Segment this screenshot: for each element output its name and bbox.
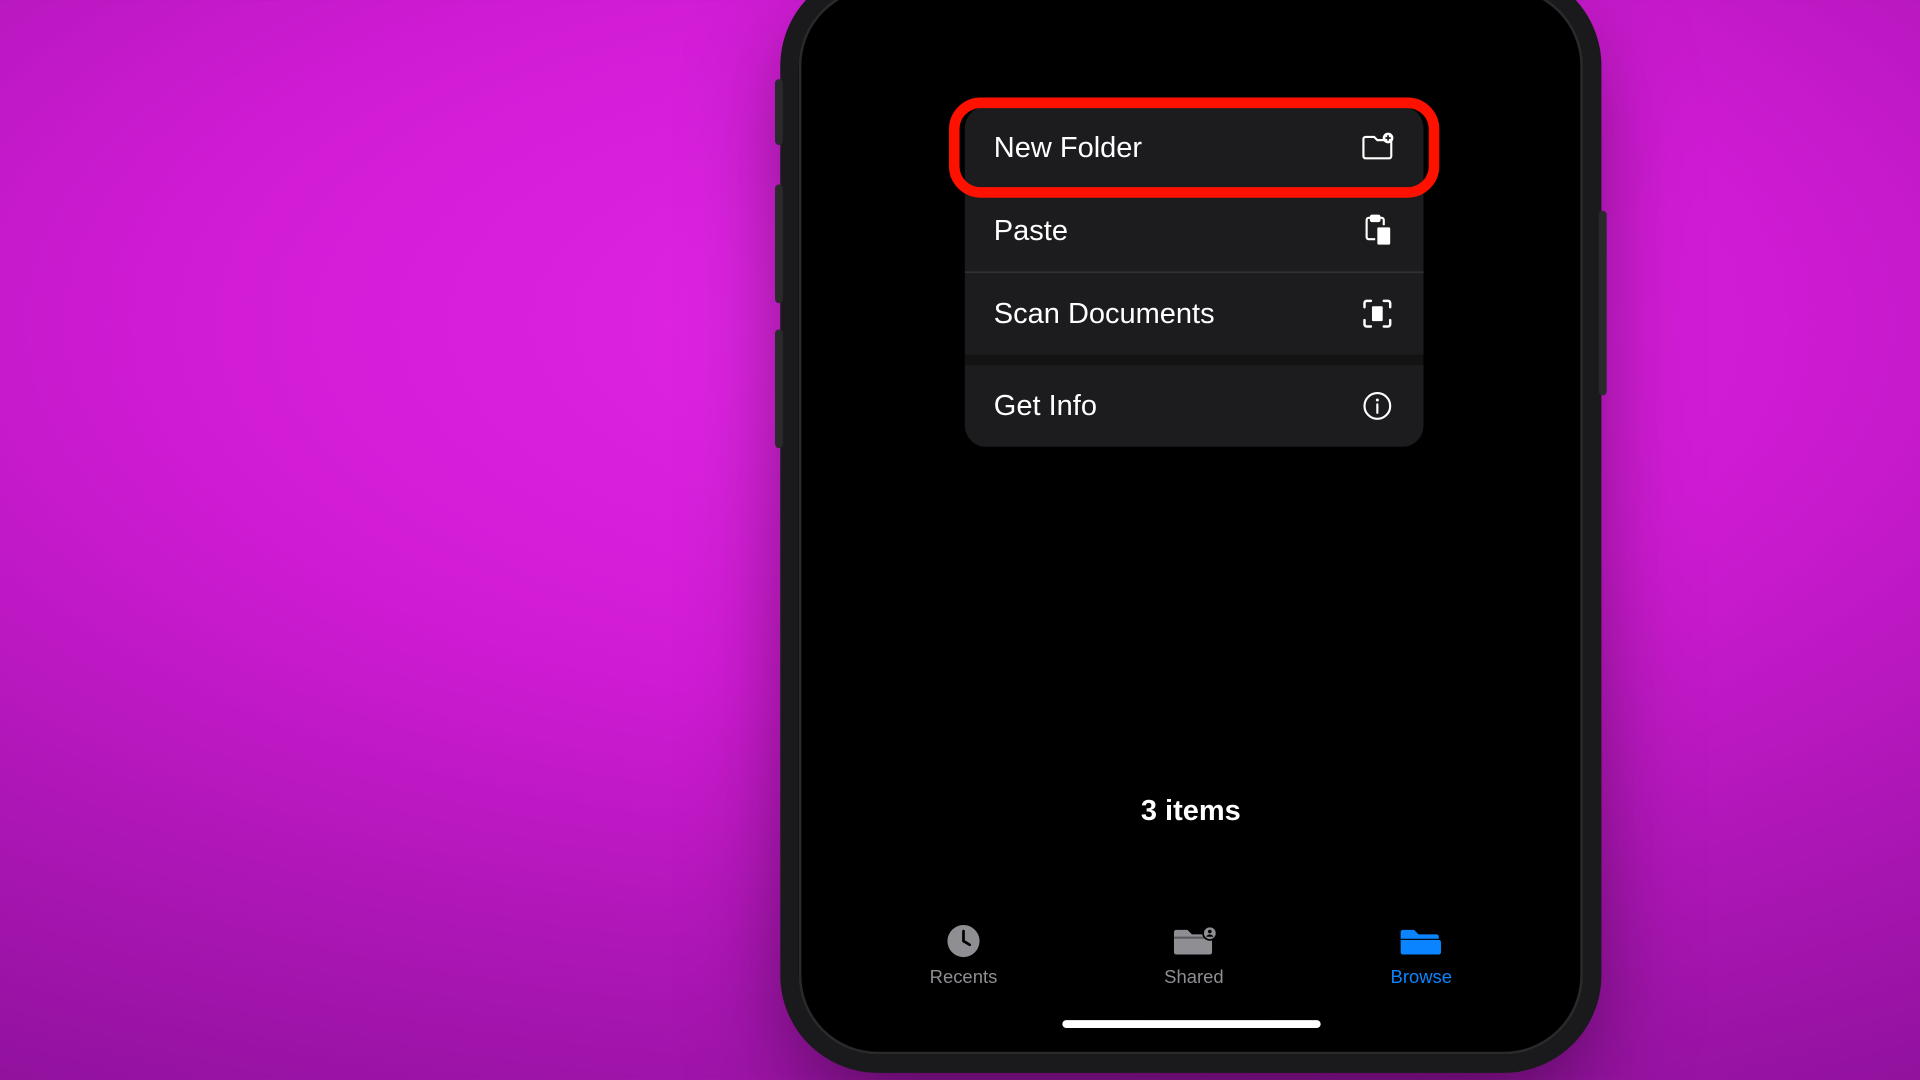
shared-folder-icon	[1172, 921, 1217, 961]
stage: New Folder Paste	[232, 0, 1920, 1079]
menu-item-label: Paste	[994, 214, 1068, 248]
menu-item-label: Get Info	[994, 389, 1097, 423]
menu-item-paste[interactable]: Paste	[965, 190, 1424, 272]
tab-shared[interactable]: Shared	[1164, 921, 1224, 987]
folder-plus-icon	[1360, 130, 1394, 164]
clock-icon	[941, 921, 986, 961]
tab-recents[interactable]: Recents	[930, 921, 998, 987]
menu-item-get-info[interactable]: Get Info	[965, 365, 1424, 447]
menu-item-label: New Folder	[994, 130, 1142, 164]
phone-screen: New Folder Paste	[807, 0, 1575, 1046]
context-menu: New Folder Paste	[965, 107, 1424, 447]
tab-label: Recents	[930, 966, 998, 987]
tab-bar: Recents Shared	[807, 902, 1575, 1007]
phone-side-button	[775, 79, 783, 145]
paste-icon	[1360, 214, 1394, 248]
tab-label: Shared	[1164, 966, 1224, 987]
info-icon	[1360, 389, 1394, 423]
phone-side-button	[775, 330, 783, 449]
menu-item-new-folder[interactable]: New Folder	[965, 107, 1424, 189]
phone-side-button	[775, 185, 783, 304]
divider	[965, 355, 1424, 366]
folder-open-icon	[1399, 921, 1444, 961]
phone-frame: New Folder Paste	[799, 0, 1583, 1054]
scan-icon	[1360, 297, 1394, 331]
home-indicator[interactable]	[1062, 1020, 1320, 1028]
item-count: 3 items	[807, 793, 1575, 827]
phone-side-button	[1599, 211, 1607, 396]
menu-item-label: Scan Documents	[994, 297, 1215, 331]
menu-item-scan-documents[interactable]: Scan Documents	[965, 273, 1424, 355]
tab-label: Browse	[1391, 966, 1453, 987]
tab-browse[interactable]: Browse	[1391, 921, 1453, 987]
